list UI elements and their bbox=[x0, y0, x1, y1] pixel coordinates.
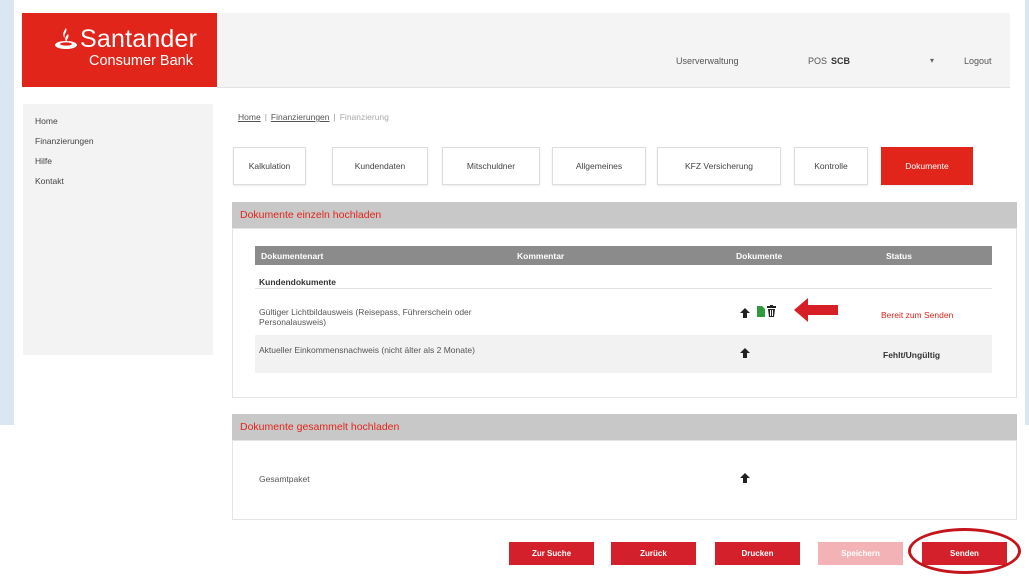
upload-icon[interactable] bbox=[740, 348, 750, 358]
breadcrumb-separator: | bbox=[264, 112, 267, 122]
status-ready: Bereit zum Senden bbox=[881, 310, 954, 320]
table-row-doctype: Gültiger Lichtbildausweis (Reisepass, Fü… bbox=[259, 307, 472, 327]
logout-link[interactable]: Logout bbox=[964, 56, 992, 66]
sidebar-item-kontakt[interactable]: Kontakt bbox=[35, 176, 64, 186]
user-admin-link[interactable]: Userverwaltung bbox=[676, 56, 739, 66]
breadcrumb-finanzierungen[interactable]: Finanzierungen bbox=[271, 112, 330, 122]
chevron-down-icon[interactable]: ▾ bbox=[930, 56, 934, 65]
bulk-row-doctype: Gesamtpaket bbox=[259, 474, 310, 484]
section-title-bulk-upload: Dokumente gesammelt hochladen bbox=[232, 414, 1017, 440]
sidebar: Home Finanzierungen Hilfe Kontakt bbox=[23, 104, 213, 355]
tab-dokumente[interactable]: Dokumente bbox=[881, 147, 973, 185]
column-header-comment: Kommentar bbox=[517, 251, 565, 261]
santander-logo[interactable]: Santander Consumer Bank bbox=[22, 13, 217, 87]
tab-allgemeines[interactable]: Allgemeines bbox=[552, 147, 646, 185]
column-header-status: Status bbox=[886, 251, 912, 261]
brand-subtitle: Consumer Bank bbox=[89, 53, 193, 69]
section-title-single-upload: Dokumente einzeln hochladen bbox=[232, 202, 1017, 228]
breadcrumb-home[interactable]: Home bbox=[238, 112, 261, 122]
pos-selector[interactable]: POS SCB bbox=[808, 56, 850, 66]
back-to-search-button[interactable]: Zur Suche bbox=[509, 542, 594, 565]
tab-mitschuldner[interactable]: Mitschuldner bbox=[442, 147, 540, 185]
table-row-doctype: Aktueller Einkommensnachweis (nicht älte… bbox=[259, 345, 475, 355]
back-button[interactable]: Zurück bbox=[611, 542, 696, 565]
upload-icon[interactable] bbox=[740, 473, 750, 483]
column-header-documents: Dokumente bbox=[736, 251, 783, 261]
header-bar bbox=[217, 13, 1010, 88]
pos-label: POS bbox=[808, 56, 828, 66]
tab-kfz-versicherung[interactable]: KFZ Versicherung bbox=[657, 147, 781, 185]
document-icon[interactable] bbox=[757, 306, 765, 317]
status-missing: Fehlt/Ungültig bbox=[883, 350, 941, 360]
tab-kalkulation[interactable]: Kalkulation bbox=[233, 147, 306, 185]
tab-kundendaten[interactable]: Kundendaten bbox=[332, 147, 428, 185]
pos-value: SCB bbox=[831, 56, 851, 66]
documents-table-header: Dokumentenart Kommentar Dokumente Status bbox=[255, 246, 992, 265]
sidebar-item-hilfe[interactable]: Hilfe bbox=[35, 156, 52, 166]
brand-name: Santander bbox=[80, 25, 198, 53]
divider bbox=[255, 288, 992, 289]
sidebar-item-home[interactable]: Home bbox=[35, 116, 58, 126]
trash-icon[interactable] bbox=[767, 305, 776, 317]
group-title-customer-documents: Kundendokumente bbox=[259, 277, 336, 287]
arrow-left-icon bbox=[794, 298, 838, 322]
save-button[interactable]: Speichern bbox=[818, 542, 903, 565]
column-header-doctype: Dokumentenart bbox=[261, 251, 324, 261]
sidebar-item-finanzierungen[interactable]: Finanzierungen bbox=[35, 136, 94, 146]
upload-icon[interactable] bbox=[740, 308, 750, 318]
breadcrumb: Home | Finanzierungen | Finanzierung bbox=[238, 112, 389, 122]
flame-icon bbox=[55, 28, 77, 49]
highlight-circle bbox=[908, 528, 1021, 574]
tab-kontrolle[interactable]: Kontrolle bbox=[794, 147, 868, 185]
print-button[interactable]: Drucken bbox=[715, 542, 800, 565]
breadcrumb-separator: | bbox=[333, 112, 336, 122]
breadcrumb-current: Finanzierung bbox=[339, 112, 389, 122]
